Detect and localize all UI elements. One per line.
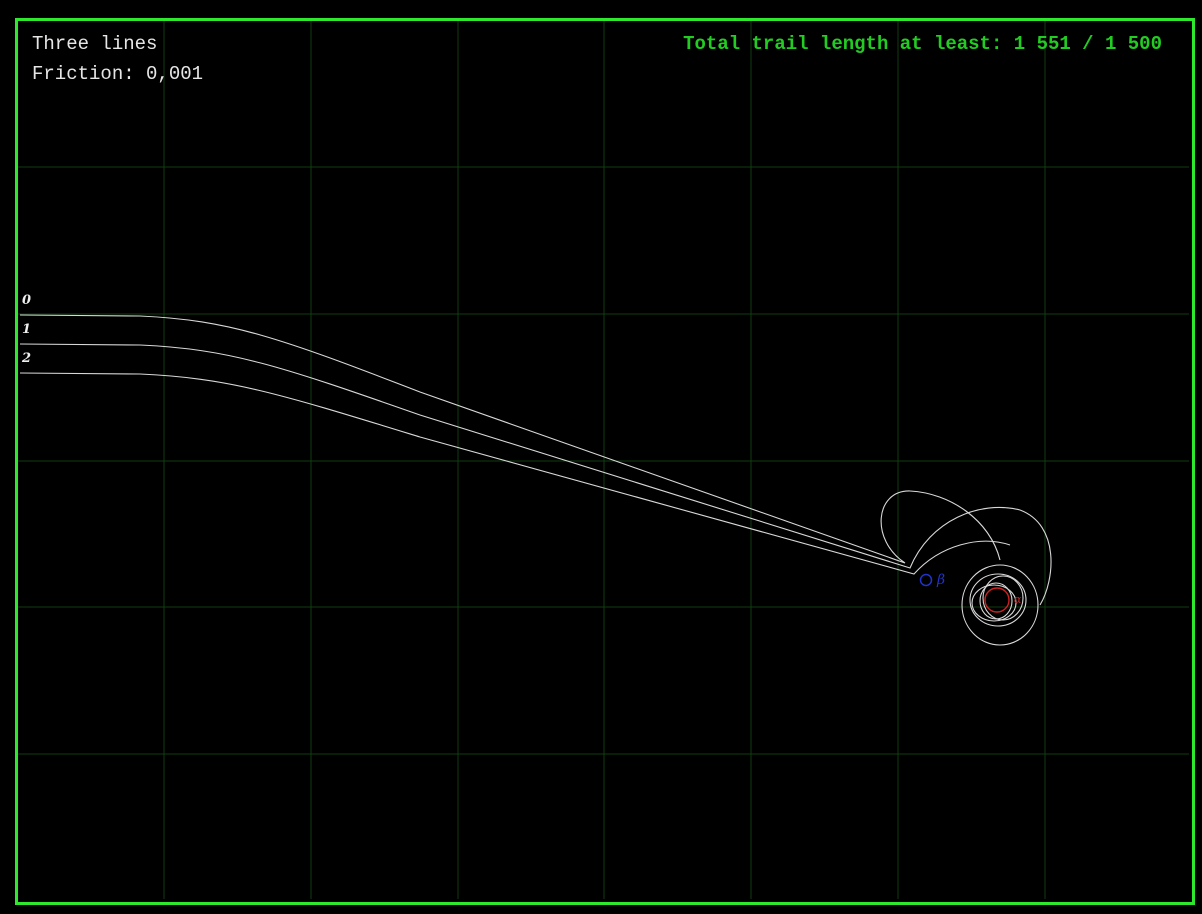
game-board[interactable] — [0, 0, 1202, 914]
trail-line-1 — [19, 343, 1052, 606]
trail-length-score: Total trail length at least: 1 551 / 1 5… — [683, 33, 1162, 55]
trail-line-2 — [19, 372, 1011, 575]
level-title: Three lines — [32, 33, 158, 55]
body-beta-label: β — [937, 572, 946, 588]
launch-line-label: 2 — [22, 351, 32, 366]
orbit-trail — [961, 564, 1039, 646]
launch-line-label: 0 — [22, 293, 32, 308]
grid — [18, 21, 1189, 899]
trail-line-0 — [19, 314, 1001, 564]
launch-line-label: 1 — [22, 322, 32, 337]
friction-readout: Friction: 0,001 — [32, 63, 204, 85]
body-alpha — [984, 587, 1010, 613]
body-alpha-label: α — [1014, 593, 1022, 606]
body-beta — [919, 573, 933, 587]
